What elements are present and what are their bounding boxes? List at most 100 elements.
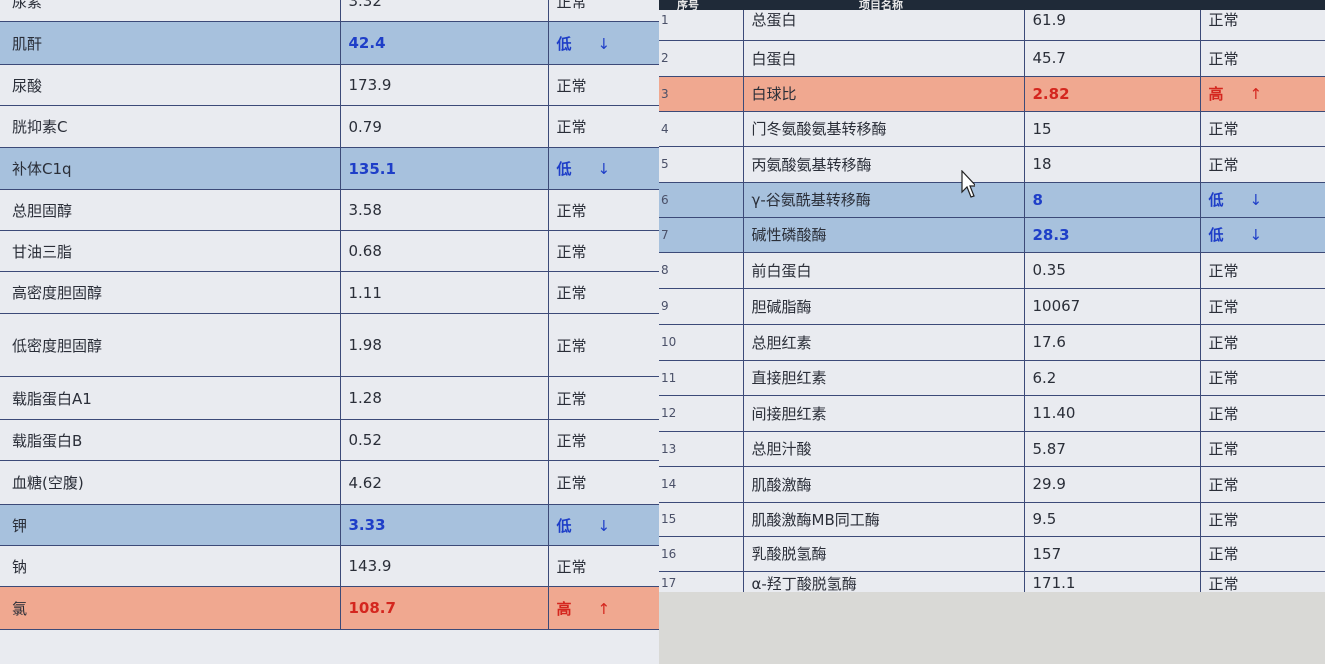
row-number: 4 <box>659 111 744 147</box>
result-value: 0.79 <box>340 105 549 148</box>
test-name: 补体C1q <box>0 147 341 190</box>
result-value: 135.1 <box>340 147 549 190</box>
test-name: 总胆固醇 <box>0 189 341 231</box>
row-number: 13 <box>659 431 744 467</box>
status-label: 正常 <box>556 474 587 492</box>
test-name: 肌酐 <box>0 21 341 65</box>
status-label: 正常 <box>556 557 587 576</box>
table-row: 总胆固醇 3.58 正常 <box>0 189 659 231</box>
row-number: 6 <box>659 182 744 218</box>
result-status: 正常 <box>548 189 659 231</box>
table-row: 尿酸 173.9 正常 <box>0 64 659 106</box>
result-status: 正常 <box>548 376 659 420</box>
row-number: 7 <box>659 217 744 253</box>
table-row: 低密度胆固醇 1.98 正常 <box>0 313 659 377</box>
result-value: 3.32 <box>340 0 549 22</box>
table-row: 4 门冬氨酸氨基转移酶 15 正常 <box>659 111 1325 147</box>
result-value: 3.33 <box>340 504 549 546</box>
test-name: 钾 <box>0 504 341 546</box>
test-name: 氯 <box>0 586 341 630</box>
test-name: 白蛋白 <box>743 40 1025 77</box>
arrow-down-icon: ↓ <box>1249 226 1263 244</box>
result-value: 10067 <box>1024 288 1201 325</box>
table-row: 甘油三脂 0.68 正常 <box>0 230 659 272</box>
row-number: 16 <box>659 536 744 572</box>
screen-bottom-area <box>659 592 1325 664</box>
arrow-down-icon: ↓ <box>1249 191 1263 209</box>
result-status: 低 ↓ <box>1200 217 1325 253</box>
arrow-down-icon: ↓ <box>597 34 611 53</box>
table-row: 钾 3.33 低 ↓ <box>0 504 659 546</box>
result-status: 正常 <box>548 419 659 461</box>
test-name: 丙氨酸氨基转移酶 <box>743 146 1025 183</box>
table-row: 钠 143.9 正常 <box>0 545 659 587</box>
result-status: 低 ↓ <box>548 504 659 546</box>
result-status: 低 ↓ <box>1200 182 1325 218</box>
result-status: 正常 <box>1200 502 1325 537</box>
test-name: 尿酸 <box>0 64 341 106</box>
status-label: 正常 <box>1208 120 1239 138</box>
table-row: 12 间接胆红素 11.40 正常 <box>659 395 1325 432</box>
test-name: γ-谷氨酰基转移酶 <box>743 182 1025 218</box>
header-item: 项目名称 <box>859 0 903 10</box>
result-status: 正常 <box>1200 324 1325 361</box>
row-number: 3 <box>659 76 744 112</box>
table-row: 9 胆碱脂酶 10067 正常 <box>659 288 1325 325</box>
result-status: 正常 <box>548 105 659 148</box>
result-value: 18 <box>1024 146 1201 183</box>
test-name: 高密度胆固醇 <box>0 271 341 314</box>
row-number: 8 <box>659 252 744 289</box>
result-status: 正常 <box>1200 466 1325 503</box>
result-status: 正常 <box>548 460 659 505</box>
test-name: 钠 <box>0 545 341 587</box>
result-status: 正常 <box>548 64 659 106</box>
table-row: 15 肌酸激酶MB同工酶 9.5 正常 <box>659 502 1325 537</box>
table-row: 血糖(空腹) 4.62 正常 <box>0 460 659 505</box>
test-name: 血糖(空腹) <box>0 460 341 505</box>
result-status: 正常 <box>1200 395 1325 432</box>
right-results-panel: 序号 项目名称 1 总蛋白 61.9 正常 2 白蛋白 45.7 正常 3 白球比 2.82 高 ↑ 4 门… <box>659 0 1325 664</box>
result-value: 1.11 <box>340 271 549 314</box>
status-label: 正常 <box>1208 333 1239 352</box>
result-value: 108.7 <box>340 586 549 630</box>
result-value: 29.9 <box>1024 466 1201 503</box>
result-status: 正常 <box>1200 536 1325 572</box>
status-label: 正常 <box>556 284 587 302</box>
result-value: 45.7 <box>1024 40 1201 77</box>
result-value: 17.6 <box>1024 324 1201 361</box>
test-name: 肌酸激酶 <box>743 466 1025 503</box>
test-name: 肌酸激酶MB同工酶 <box>743 502 1025 537</box>
result-value: 28.3 <box>1024 217 1201 253</box>
result-value: 1.98 <box>340 313 549 377</box>
status-label: 高 <box>556 599 572 618</box>
status-label: 正常 <box>556 0 587 11</box>
result-status: 正常 <box>1200 40 1325 77</box>
test-name: 胆碱脂酶 <box>743 288 1025 325</box>
result-status: 正常 <box>548 0 659 22</box>
table-row: 肌酐 42.4 低 ↓ <box>0 21 659 65</box>
test-name: 前白蛋白 <box>743 252 1025 289</box>
status-label: 低 <box>556 516 572 535</box>
table-row: 8 前白蛋白 0.35 正常 <box>659 252 1325 289</box>
status-label: 正常 <box>1208 574 1239 593</box>
table-row: 6 γ-谷氨酰基转移酶 8 低 ↓ <box>659 182 1325 218</box>
status-label: 正常 <box>1208 155 1239 174</box>
status-label: 正常 <box>1208 510 1239 529</box>
row-number: 5 <box>659 146 744 183</box>
table-row: 氯 108.7 高 ↑ <box>0 586 659 630</box>
status-label: 正常 <box>1208 475 1239 494</box>
status-label: 低 <box>556 34 572 53</box>
test-name: 乳酸脱氢酶 <box>743 536 1025 572</box>
status-label: 低 <box>1208 191 1224 209</box>
mouse-pointer-icon <box>961 170 975 198</box>
result-value: 0.35 <box>1024 252 1201 289</box>
result-value: 2.82 <box>1024 76 1201 112</box>
result-value: 4.62 <box>340 460 549 505</box>
left-results-table: 尿素 3.32 正常 肌酐 42.4 低 ↓ 尿酸 173.9 正常 胱抑素C 0.79 正常 补体C1q… <box>0 0 659 630</box>
test-name: 直接胆红素 <box>743 360 1025 396</box>
table-row: 胱抑素C 0.79 正常 <box>0 105 659 148</box>
status-label: 正常 <box>1208 369 1239 387</box>
result-value: 42.4 <box>340 21 549 65</box>
arrow-down-icon: ↓ <box>597 516 611 535</box>
test-name: 间接胆红素 <box>743 395 1025 432</box>
